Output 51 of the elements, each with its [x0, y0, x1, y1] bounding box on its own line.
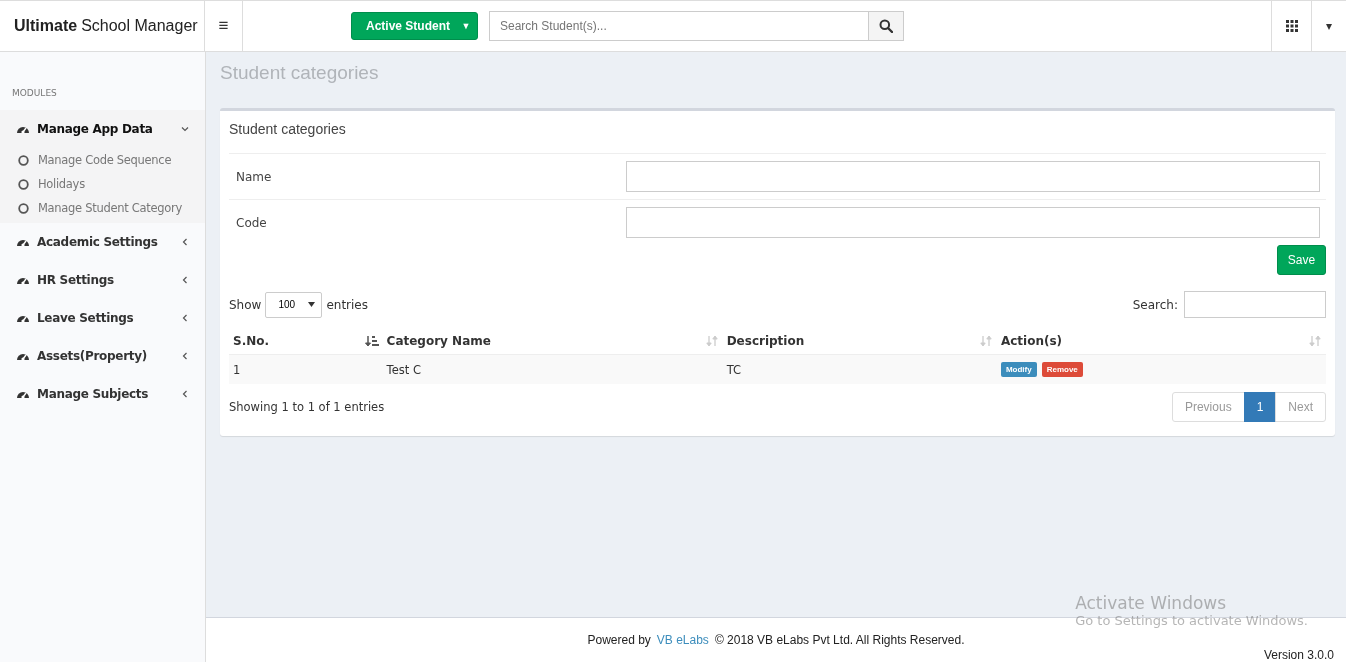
sidebar-subitem[interactable]: Manage Code Sequence — [0, 148, 205, 172]
footer-link[interactable]: VB eLabs — [656, 633, 709, 647]
chevron-left-icon — [181, 352, 189, 360]
activation-text: Go to Settings to activate Windows. — [1075, 613, 1308, 628]
sidebar-subitem[interactable]: Manage Student Category — [0, 196, 205, 220]
search-label: Search: — [1132, 297, 1178, 312]
table-info: Showing 1 to 1 of 1 entries — [229, 400, 385, 414]
sidebar-item[interactable]: Academic Settings — [0, 223, 205, 261]
chevron-down-icon — [181, 125, 189, 133]
activation-title: Activate Windows — [1075, 593, 1228, 613]
column-header[interactable]: Action(s) — [996, 328, 1326, 355]
chevron-left-icon — [181, 314, 189, 322]
circle-icon — [18, 178, 29, 190]
table-search-field[interactable] — [1184, 291, 1326, 318]
sidebar-item[interactable]: Assets(Property) — [0, 337, 205, 375]
field-label: Code — [235, 215, 268, 230]
column-header[interactable]: Description — [722, 328, 997, 355]
search-field[interactable]: Search Student(s)... — [489, 11, 869, 41]
input-field[interactable] — [626, 207, 1320, 238]
copyright-text: © 2018 VB eLabs Pvt Ltd. All Rights Reserved. — [714, 633, 965, 647]
field-label: Name — [235, 169, 273, 184]
sidebar-item[interactable]: HR Settings — [0, 261, 205, 299]
chevron-left-icon — [181, 238, 189, 246]
column-header[interactable]: S.No. — [229, 328, 383, 355]
version-text: Version 3.0.0 — [1263, 648, 1334, 662]
chevron-left-icon — [181, 276, 189, 284]
modify-button[interactable]: Modify — [1000, 362, 1037, 377]
grid-icon — [1285, 20, 1298, 32]
sidebar-item[interactable]: Manage Subjects — [0, 375, 205, 413]
caret-icon — [308, 302, 316, 307]
sidebar-heading: MODULES — [11, 88, 58, 100]
circle-icon — [18, 154, 29, 166]
sidebar-item[interactable]: Manage App Data — [0, 110, 205, 148]
card-title: Student categories — [229, 119, 1326, 154]
table-cell: 1 — [229, 354, 383, 384]
sidebar-item[interactable]: Leave Settings — [0, 299, 205, 337]
circle-icon — [18, 202, 29, 214]
table-cell: TC — [722, 354, 997, 384]
footer-text: Powered by — [587, 633, 651, 647]
column-header[interactable]: Category Name — [382, 328, 723, 355]
input-field[interactable] — [626, 161, 1320, 192]
search-button[interactable] — [869, 11, 904, 41]
chevron-left-icon — [181, 390, 189, 398]
show-label: Show — [229, 297, 262, 312]
remove-button[interactable]: Remove — [1041, 362, 1083, 377]
entries-label: entries — [326, 297, 368, 312]
table-cell: Test C — [382, 354, 723, 384]
page-title: Student categories — [220, 62, 380, 85]
page-size-select[interactable]: 100 — [265, 291, 323, 318]
search-icon — [879, 19, 893, 33]
sidebar-subitem[interactable]: Holidays — [0, 172, 205, 196]
